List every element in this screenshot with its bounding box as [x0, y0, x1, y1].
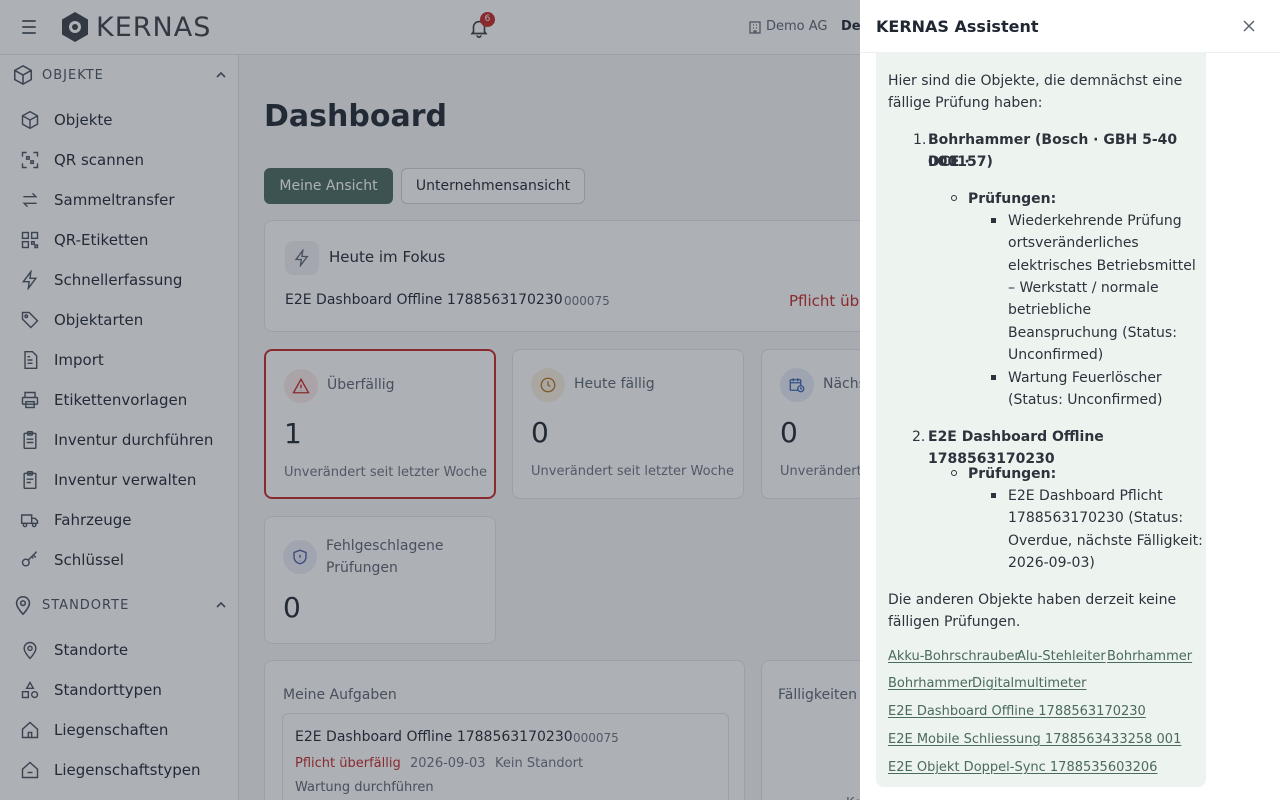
checks-label: Prüfungen:	[968, 466, 1057, 482]
list-number: 1.	[913, 132, 927, 148]
close-icon[interactable]	[1241, 18, 1257, 34]
assistant-message: Hier sind die Objekte, die demnächst ein…	[876, 52, 1206, 787]
check-line: 2026-09-03)	[1008, 555, 1095, 571]
object-link[interactable]: E2E Objekt Doppel-Sync 1788535603206	[888, 760, 1157, 775]
outro-line: fälligen Prüfungen.	[888, 614, 1021, 630]
check-line: Unconfirmed)	[1008, 347, 1104, 363]
check-line: betriebliche	[1008, 302, 1092, 318]
outro-line: Die anderen Objekte haben derzeit keine	[888, 592, 1177, 608]
item-title: 000157)	[928, 154, 993, 170]
object-link[interactable]: E2E Mobile Schliessung 1788563433258 001	[888, 732, 1181, 747]
modal-backdrop[interactable]	[0, 0, 860, 800]
assistant-title: KERNAS Assistent	[876, 17, 1039, 36]
object-link[interactable]: Alu-Stehleiter	[1017, 649, 1106, 664]
check-line: elektrisches Betriebsmittel	[1008, 258, 1196, 274]
bullet	[951, 195, 957, 201]
assistant-panel: KERNAS Assistent Hier sind die Objekte, …	[860, 0, 1280, 800]
intro-line: fällige Prüfung haben:	[888, 95, 1043, 111]
object-link[interactable]: Digitalmultimeter	[972, 676, 1087, 691]
check-line: (Status: Unconfirmed)	[1008, 392, 1163, 408]
check-line: ortsveränderliches	[1008, 235, 1139, 251]
checks-label: Prüfungen:	[968, 191, 1057, 207]
check-line: Beanspruchung (Status:	[1008, 325, 1177, 341]
check-line: E2E Dashboard Pflicht	[1008, 488, 1163, 504]
object-link[interactable]: Bohrhammer	[888, 676, 973, 691]
check-line: Wartung Feuerlöscher	[1008, 370, 1162, 386]
list-number: 2.	[912, 429, 926, 445]
intro-line: Hier sind die Objekte, die demnächst ein…	[888, 73, 1183, 89]
object-link[interactable]: E2E Dashboard Offline 1788563170230	[888, 704, 1146, 719]
bullet	[991, 375, 996, 380]
object-link[interactable]: Bohrhammer	[1107, 649, 1192, 664]
bullet	[991, 218, 996, 223]
check-line: 1788563170230 (Status:	[1008, 510, 1184, 526]
object-link[interactable]: Akku-Bohrschrauber	[888, 649, 1020, 664]
bullet	[951, 470, 957, 476]
check-line: Wiederkehrende Prüfung	[1008, 213, 1182, 229]
bullet	[991, 493, 996, 498]
check-line: – Werkstatt / normale	[1008, 280, 1159, 296]
check-line: Overdue, nächste Fälligkeit:	[1008, 533, 1203, 549]
